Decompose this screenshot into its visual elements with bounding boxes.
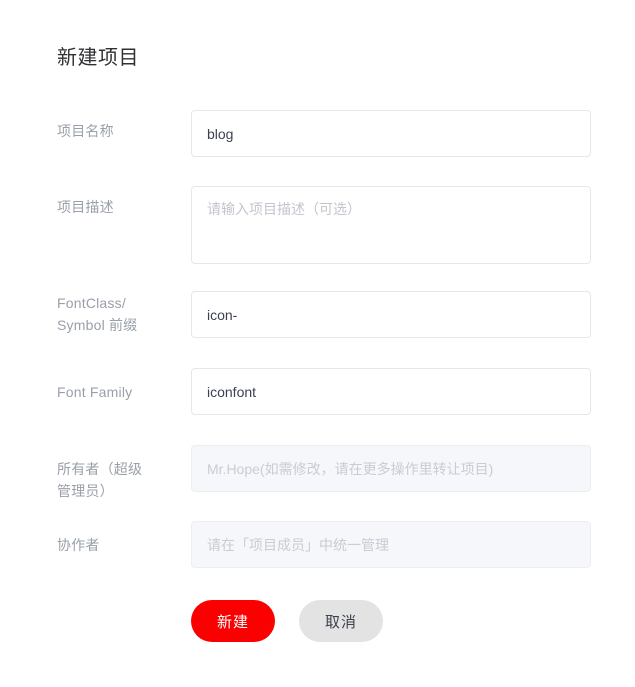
field-wrap-project-description bbox=[191, 186, 591, 264]
create-button[interactable]: 新建 bbox=[191, 600, 276, 642]
owner-input bbox=[191, 445, 591, 492]
new-project-form-page: 新建项目 项目名称 项目描述 FontClass/ Symbol 前缀 Font… bbox=[0, 0, 635, 687]
form-actions: 新建 取消 bbox=[191, 600, 384, 642]
field-wrap-fontclass-prefix bbox=[191, 291, 591, 338]
label-owner-line2: 管理员） bbox=[57, 483, 114, 499]
label-fontclass-prefix-line1: FontClass/ bbox=[57, 295, 126, 311]
label-project-description: 项目描述 bbox=[57, 199, 114, 215]
label-fontclass-prefix: FontClass/ Symbol 前缀 bbox=[57, 292, 175, 336]
label-project-name: 项目名称 bbox=[57, 123, 114, 139]
label-fontclass-prefix-line2: Symbol 前缀 bbox=[57, 317, 138, 333]
fontclass-prefix-input[interactable] bbox=[191, 291, 591, 338]
field-wrap-font-family bbox=[191, 368, 591, 415]
font-family-input[interactable] bbox=[191, 368, 591, 415]
label-owner: 所有者（超级 管理员） bbox=[57, 458, 175, 502]
field-wrap-collaborators bbox=[191, 521, 591, 568]
label-owner-line1: 所有者（超级 bbox=[57, 461, 143, 477]
label-collaborators: 协作者 bbox=[57, 537, 100, 553]
collaborators-input bbox=[191, 521, 591, 568]
project-description-textarea[interactable] bbox=[191, 186, 591, 264]
cancel-button[interactable]: 取消 bbox=[299, 600, 384, 642]
page-title: 新建项目 bbox=[57, 47, 139, 69]
field-wrap-owner bbox=[191, 445, 591, 492]
field-wrap-project-name bbox=[191, 110, 591, 157]
label-font-family: Font Family bbox=[57, 384, 133, 400]
project-name-input[interactable] bbox=[191, 110, 591, 157]
